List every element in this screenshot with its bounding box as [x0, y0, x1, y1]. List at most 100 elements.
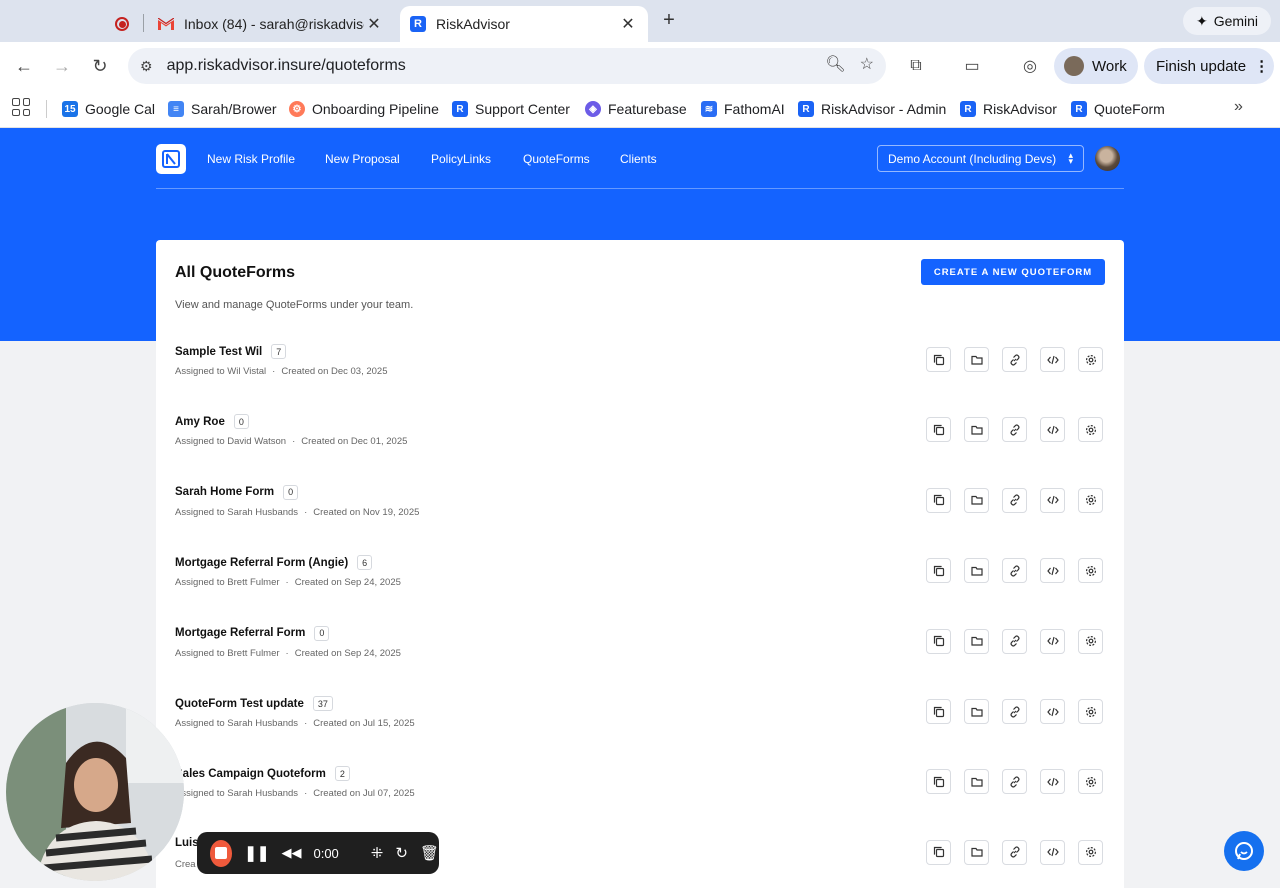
chevron-updown-icon: ▴ ▾	[1068, 150, 1073, 166]
bookmark-featurebase[interactable]: ◈ Featurebase	[585, 98, 687, 120]
code-button[interactable]	[1040, 417, 1065, 443]
quoteform-title: Sales Campaign Quoteform	[175, 767, 326, 780]
link-button[interactable]	[1002, 487, 1027, 513]
site-settings-icon[interactable]: ⚙	[140, 58, 153, 75]
folder-button[interactable]	[964, 839, 989, 865]
quoteform-name[interactable]: Luis	[175, 837, 199, 849]
copy-button[interactable]	[926, 839, 951, 865]
copy-button[interactable]	[926, 699, 951, 724]
bookmark-sarah-brower[interactable]: ≡ Sarah/Brower	[168, 98, 277, 120]
bookmark-support-center[interactable]: R Support Center	[452, 98, 570, 120]
link-button[interactable]	[1002, 628, 1027, 654]
settings-button[interactable]	[1078, 699, 1103, 724]
gemini-button[interactable]: ✦ Gemini	[1183, 7, 1271, 35]
settings-button[interactable]	[1078, 839, 1103, 865]
copy-button[interactable]	[926, 347, 951, 372]
bookmark-google-cal[interactable]: 15 Google Cal	[62, 98, 155, 120]
rewind-icon[interactable]: ◀◀	[281, 845, 301, 861]
tab-recording[interactable]	[104, 6, 140, 42]
back-icon[interactable]: ←	[12, 54, 36, 78]
bookmark-quoteform[interactable]: R QuoteForm	[1071, 98, 1165, 120]
account-select[interactable]: Demo Account (Including Devs) ▴ ▾	[877, 145, 1084, 172]
restart-icon[interactable]: ↻	[395, 844, 408, 862]
forward-icon[interactable]: →	[50, 54, 74, 78]
folder-button[interactable]	[964, 769, 989, 795]
quoteform-name[interactable]: Mortgage Referral Form 0	[175, 625, 330, 641]
quoteform-name[interactable]: Mortgage Referral Form (Angie) 6	[175, 555, 373, 571]
code-button[interactable]	[1040, 699, 1065, 724]
grid-icon[interactable]: ⁜	[371, 844, 384, 862]
quoteform-name[interactable]: Sample Test Wil 7	[175, 344, 287, 359]
profile-button[interactable]: Work	[1054, 48, 1138, 84]
nav-quoteforms[interactable]: QuoteForms	[523, 152, 590, 166]
quoteform-name[interactable]: Amy Roe 0	[175, 414, 249, 430]
tab-gmail[interactable]: Inbox (84) - sarah@riskadvisor.insure ✕	[148, 6, 394, 42]
chevron-right-icon[interactable]: »	[1234, 98, 1243, 116]
zoom-icon[interactable]: 🔍︎	[825, 54, 845, 74]
avatar[interactable]	[1095, 146, 1120, 171]
bookmark-onboarding-pipeline[interactable]: ⚙ Onboarding Pipeline	[289, 98, 439, 120]
folder-button[interactable]	[964, 699, 989, 724]
chat-support-button[interactable]	[1224, 831, 1264, 871]
nav-clients[interactable]: Clients	[620, 152, 657, 166]
performance-icon[interactable]: ◎	[1018, 54, 1042, 78]
quoteform-name[interactable]: QuoteForm Test update 37	[175, 696, 333, 711]
extensions-icon[interactable]: ⧉	[904, 54, 928, 78]
link-button[interactable]	[1002, 417, 1027, 443]
quoteform-name[interactable]: Sarah Home Form 0	[175, 484, 299, 500]
copy-button[interactable]	[926, 769, 951, 795]
settings-button[interactable]	[1078, 487, 1103, 513]
close-icon[interactable]: ✕	[618, 14, 638, 34]
copy-button[interactable]	[926, 628, 951, 654]
bookmark-riskadvisor-admin[interactable]: R RiskAdvisor - Admin	[798, 98, 946, 120]
settings-button[interactable]	[1078, 628, 1103, 654]
apps-grid-icon[interactable]	[12, 98, 30, 116]
webcam-overlay[interactable]	[6, 703, 184, 881]
quoteform-title: QuoteForm Test update	[175, 697, 304, 710]
bookmark-star-icon[interactable]: ☆	[860, 54, 874, 74]
finish-update-button[interactable]: Finish update ⋮	[1144, 48, 1274, 84]
link-button[interactable]	[1002, 699, 1027, 724]
pause-icon[interactable]: ❚❚	[244, 844, 269, 862]
folder-button[interactable]	[964, 558, 989, 584]
reload-icon[interactable]: ↻	[88, 54, 112, 78]
code-button[interactable]	[1040, 347, 1065, 372]
settings-button[interactable]	[1078, 347, 1103, 372]
bookmark-fathomai[interactable]: ≋ FathomAI	[701, 98, 785, 120]
folder-button[interactable]	[964, 347, 989, 372]
new-tab-button[interactable]: +	[658, 10, 680, 32]
code-button[interactable]	[1040, 487, 1065, 513]
tab-search-icon[interactable]: ▭	[960, 54, 984, 78]
nav-policylinks[interactable]: PolicyLinks	[431, 152, 491, 166]
link-button[interactable]	[1002, 558, 1027, 584]
riskadvisor-logo[interactable]	[156, 144, 186, 174]
trash-icon[interactable]: 🗑︎	[420, 844, 439, 862]
folder-button[interactable]	[964, 487, 989, 513]
address-bar[interactable]: ⚙ app.riskadvisor.insure/quoteforms 🔍︎ ☆	[128, 48, 886, 84]
code-button[interactable]	[1040, 558, 1065, 584]
nav-new-risk-profile[interactable]: New Risk Profile	[207, 152, 295, 166]
gmail-icon	[158, 18, 174, 30]
settings-button[interactable]	[1078, 558, 1103, 584]
copy-icon	[933, 354, 945, 366]
link-button[interactable]	[1002, 839, 1027, 865]
copy-button[interactable]	[926, 558, 951, 584]
code-button[interactable]	[1040, 769, 1065, 795]
quoteform-name[interactable]: Sales Campaign Quoteform 2	[175, 766, 350, 782]
stop-record-button[interactable]	[210, 839, 233, 867]
nav-new-proposal[interactable]: New Proposal	[325, 152, 400, 166]
link-button[interactable]	[1002, 769, 1027, 795]
settings-button[interactable]	[1078, 417, 1103, 443]
link-button[interactable]	[1002, 347, 1027, 372]
close-icon[interactable]: ✕	[364, 14, 384, 34]
folder-button[interactable]	[964, 628, 989, 654]
create-quoteform-button[interactable]: CREATE A NEW QUOTEFORM	[921, 259, 1105, 285]
code-button[interactable]	[1040, 839, 1065, 865]
tab-riskadvisor[interactable]: R RiskAdvisor ✕	[400, 6, 648, 42]
code-button[interactable]	[1040, 628, 1065, 654]
folder-button[interactable]	[964, 417, 989, 443]
settings-button[interactable]	[1078, 769, 1103, 795]
copy-button[interactable]	[926, 487, 951, 513]
copy-button[interactable]	[926, 417, 951, 443]
bookmark-riskadvisor[interactable]: R RiskAdvisor	[960, 98, 1057, 120]
